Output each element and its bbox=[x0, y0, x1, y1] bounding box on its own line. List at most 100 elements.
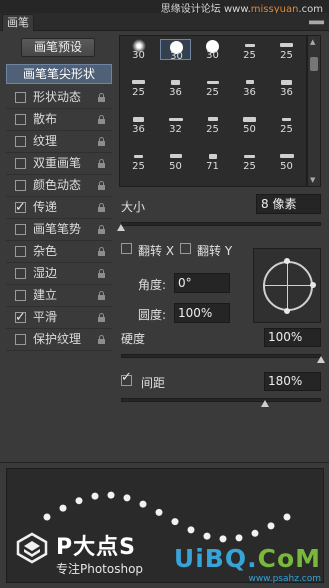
brush-tip-cell[interactable]: 30 bbox=[197, 39, 228, 61]
scroll-up-icon[interactable]: ▲ bbox=[310, 38, 315, 46]
stroke-preview-dot bbox=[139, 500, 147, 508]
spacing-checkbox[interactable] bbox=[121, 370, 132, 386]
stroke-preview-dot bbox=[59, 504, 67, 512]
hardness-field[interactable]: 100% bbox=[264, 328, 321, 347]
lock-icon[interactable] bbox=[98, 291, 105, 300]
tab-brush[interactable]: 画笔 bbox=[2, 14, 34, 31]
lock-icon[interactable] bbox=[98, 137, 105, 146]
list-item-brush-tip-shape[interactable]: 画笔笔尖形状 bbox=[6, 64, 112, 84]
brush-tip-cell[interactable]: 36 bbox=[160, 76, 191, 98]
brush-tip-cell[interactable]: 36 bbox=[271, 76, 302, 98]
list-item-protect-texture[interactable]: 保护纹理 bbox=[6, 329, 112, 351]
list-item-brush-pose[interactable]: 画笔笔势 bbox=[6, 219, 112, 241]
brush-tip-cell[interactable]: 25 bbox=[197, 113, 228, 135]
hardness-slider-knob[interactable] bbox=[317, 356, 325, 363]
brush-tip-size: 25 bbox=[243, 161, 256, 172]
hardness-slider[interactable] bbox=[121, 354, 321, 358]
list-item-color-dynamics[interactable]: 颜色动态 bbox=[6, 175, 112, 197]
angle-label: 角度: bbox=[138, 278, 167, 292]
divider bbox=[0, 462, 329, 463]
spacing-field[interactable]: 180% bbox=[264, 372, 321, 391]
flip-y-checkbox[interactable] bbox=[180, 243, 191, 254]
list-item-shape-dynamics[interactable]: 形状动态 bbox=[6, 87, 112, 109]
lock-icon[interactable] bbox=[98, 225, 105, 234]
brush-tip-cell[interactable]: 50 bbox=[271, 150, 302, 172]
brush-tip-cell[interactable]: 36 bbox=[234, 76, 265, 98]
lock-icon[interactable] bbox=[98, 313, 105, 322]
site-watermark-dot: . bbox=[247, 544, 258, 573]
brush-tip-cell[interactable]: 25 bbox=[234, 150, 265, 172]
smoothing-checkbox[interactable] bbox=[15, 307, 26, 328]
brush-pose-checkbox[interactable] bbox=[15, 224, 26, 235]
scrollbar-thumb[interactable] bbox=[310, 57, 318, 71]
brush-tip-size: 50 bbox=[243, 124, 256, 135]
transfer-checkbox[interactable] bbox=[15, 197, 26, 218]
list-item-transfer[interactable]: 传递 bbox=[6, 197, 112, 219]
lock-icon[interactable] bbox=[98, 203, 105, 212]
panel-menu-icon[interactable]: ▬▬ bbox=[308, 17, 325, 28]
stroke-preview-dot bbox=[155, 508, 163, 516]
angle-roundness-preview[interactable] bbox=[253, 248, 321, 323]
list-item-label: 形状动态 bbox=[33, 90, 82, 104]
brush-tip-cell[interactable]: 25 bbox=[123, 76, 154, 98]
size-field[interactable]: 8 像素 bbox=[256, 194, 321, 214]
brush-presets-button[interactable]: 画笔预设 bbox=[21, 38, 95, 57]
lock-icon[interactable] bbox=[98, 115, 105, 124]
roundness-field[interactable]: 100% bbox=[174, 303, 230, 323]
dual-brush-checkbox[interactable] bbox=[15, 158, 26, 169]
lock-icon[interactable] bbox=[98, 159, 105, 168]
list-item-dual-brush[interactable]: 双重画笔 bbox=[6, 153, 112, 175]
build-up-checkbox[interactable] bbox=[15, 290, 26, 301]
color-dynamics-checkbox[interactable] bbox=[15, 180, 26, 191]
roundness-handle-top[interactable] bbox=[284, 258, 290, 264]
size-slider[interactable] bbox=[121, 222, 321, 226]
brush-tip-cell[interactable]: 25 bbox=[234, 39, 265, 61]
flip-x-checkbox[interactable] bbox=[121, 243, 132, 254]
roundness-handle-bottom[interactable] bbox=[284, 308, 290, 314]
list-item-smoothing[interactable]: 平滑 bbox=[6, 307, 112, 329]
site-watermark: UiBQ.CoM bbox=[174, 544, 321, 573]
brush-tip-cell[interactable]: 30 bbox=[160, 39, 191, 62]
brand-logo-icon bbox=[16, 532, 48, 564]
scattering-checkbox[interactable] bbox=[15, 114, 26, 125]
brush-tip-cell[interactable]: 25 bbox=[271, 113, 302, 135]
brush-tip-cell[interactable]: 32 bbox=[160, 113, 191, 135]
protect-texture-checkbox[interactable] bbox=[15, 334, 26, 345]
brush-grid-scrollbar[interactable]: ▲ ▼ bbox=[307, 35, 321, 187]
list-item-wet-edges[interactable]: 湿边 bbox=[6, 263, 112, 285]
lock-icon[interactable] bbox=[98, 93, 105, 102]
flip-y-label: 翻转 Y bbox=[197, 244, 233, 258]
list-item-label: 杂色 bbox=[33, 244, 58, 258]
lock-icon[interactable] bbox=[98, 269, 105, 278]
wet-edges-checkbox[interactable] bbox=[15, 268, 26, 279]
brush-tip-cell[interactable]: 25 bbox=[123, 150, 154, 172]
brush-tip-cell[interactable]: 50 bbox=[160, 150, 191, 172]
site-watermark-com: CoM bbox=[257, 544, 321, 573]
brush-tip-size: 25 bbox=[132, 161, 145, 172]
spacing-slider[interactable] bbox=[121, 398, 321, 402]
list-item-build-up[interactable]: 建立 bbox=[6, 285, 112, 307]
size-slider-knob[interactable] bbox=[117, 224, 125, 231]
scroll-down-icon[interactable]: ▼ bbox=[310, 176, 315, 184]
brush-tip-grid[interactable]: 30 30 30 25 25 25 36 25 36 36 36 32 25 50 25 25 50 71 25 50 bbox=[119, 35, 307, 187]
texture-checkbox[interactable] bbox=[15, 136, 26, 147]
spacing-slider-knob[interactable] bbox=[261, 400, 269, 407]
brush-tip-cell[interactable]: 25 bbox=[197, 76, 228, 98]
shape-dynamics-checkbox[interactable] bbox=[15, 92, 26, 103]
brush-tip-cell[interactable]: 30 bbox=[123, 39, 154, 61]
lock-icon[interactable] bbox=[98, 181, 105, 190]
brush-tip-cell[interactable]: 71 bbox=[197, 150, 228, 172]
brush-tip-size: 36 bbox=[280, 87, 293, 98]
list-item-scattering[interactable]: 散布 bbox=[6, 109, 112, 131]
list-item-noise[interactable]: 杂色 bbox=[6, 241, 112, 263]
noise-checkbox[interactable] bbox=[15, 246, 26, 257]
brand-name: P大点S bbox=[56, 535, 136, 560]
angle-handle[interactable] bbox=[310, 282, 316, 288]
brush-tip-cell[interactable]: 25 bbox=[271, 39, 302, 61]
brush-tip-cell[interactable]: 36 bbox=[123, 113, 154, 135]
list-item-texture[interactable]: 纹理 bbox=[6, 131, 112, 153]
brush-tip-cell[interactable]: 50 bbox=[234, 113, 265, 135]
lock-icon[interactable] bbox=[98, 335, 105, 344]
angle-field[interactable]: 0° bbox=[174, 273, 230, 293]
lock-icon[interactable] bbox=[98, 247, 105, 256]
